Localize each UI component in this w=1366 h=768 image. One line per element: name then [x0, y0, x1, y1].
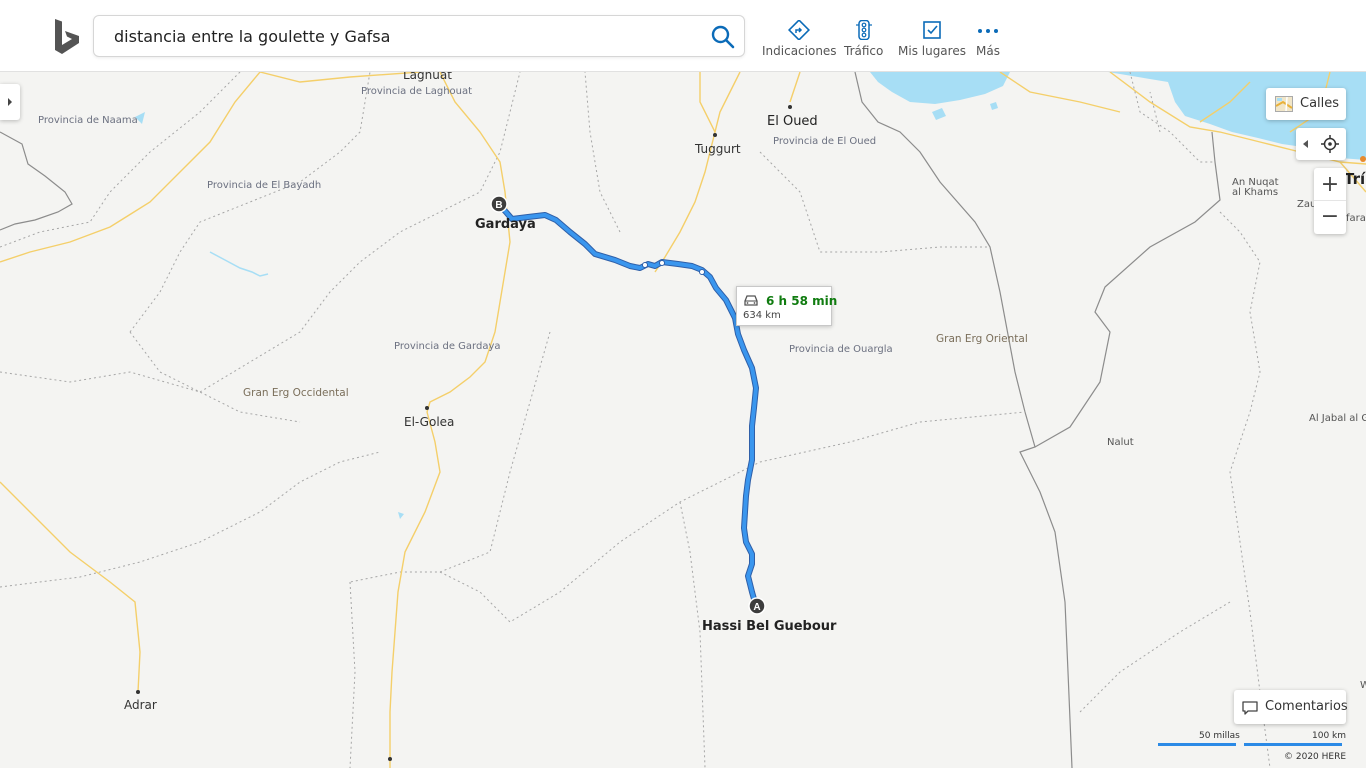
region-label: Provincia de Gardaya	[394, 341, 501, 352]
route-time: 6 h 58 min	[766, 294, 838, 308]
marker-end[interactable]: B	[490, 195, 508, 213]
my-places-icon	[923, 21, 941, 39]
road-map-icon	[1275, 96, 1293, 112]
copyright-text: © 2020 HERE	[1284, 752, 1347, 762]
chevron-right-icon	[8, 98, 12, 106]
nav-traffic-label: Tráfico	[844, 44, 884, 58]
traffic-light-icon	[855, 20, 872, 40]
city-label: Al Jabal al G	[1309, 413, 1366, 424]
lake-water	[398, 512, 404, 519]
map-canvas[interactable]: B A Provincia de Naama Provincia de Lagh…	[0, 72, 1366, 768]
route-line[interactable]	[497, 202, 758, 608]
feedback-label: Comentarios	[1265, 699, 1348, 714]
chevron-left-icon[interactable]	[1298, 128, 1312, 160]
scale-km-bar	[1244, 743, 1342, 746]
lake-water	[932, 108, 946, 120]
scale-miles-bar	[1158, 743, 1236, 746]
more-icon	[977, 29, 998, 33]
region-label: Provincia de El Bayadh	[207, 180, 322, 191]
city-label: Adrar	[124, 698, 157, 712]
city-dot	[388, 757, 392, 761]
location-control[interactable]	[1296, 128, 1346, 160]
region-label: Provincia de Naama	[38, 115, 138, 126]
directions-icon	[788, 20, 811, 40]
route-waypoint	[642, 262, 648, 268]
city-dot	[136, 690, 140, 694]
city-label: W	[1360, 680, 1366, 691]
car-icon	[744, 295, 758, 306]
comment-icon	[1242, 701, 1258, 715]
city-label: El Oued	[767, 114, 818, 129]
feedback-button[interactable]: Comentarios	[1234, 690, 1348, 724]
sidebar-toggle-button[interactable]	[0, 84, 20, 120]
city-dot	[713, 133, 717, 137]
border-line	[0, 131, 73, 231]
nav-directions-label: Indicaciones	[762, 44, 837, 58]
map-base-layer: B A	[0, 72, 1366, 768]
city-label: al Khams	[1232, 187, 1279, 198]
search-icon[interactable]	[710, 24, 736, 50]
city-label: Nalut	[1107, 437, 1134, 448]
nav-traffic[interactable]: Tráfico	[844, 20, 883, 58]
salt-lake-water	[870, 72, 1010, 104]
zoom-control: + −	[1314, 168, 1346, 234]
region-label: Provincia de El Oued	[773, 136, 877, 147]
scale-km-label: 100 km	[1312, 731, 1347, 741]
map-style-button[interactable]: Calles	[1266, 88, 1346, 120]
route-waypoint	[659, 260, 665, 266]
locate-me-icon[interactable]	[1321, 135, 1339, 153]
nav-more[interactable]: Más	[976, 20, 1000, 58]
route-info-callout[interactable]: 6 h 58 min 634 km	[736, 286, 837, 326]
top-bar: distancia entre la goulette y Gafsa Indi…	[0, 0, 1366, 72]
border-tunisia-algeria	[854, 72, 1073, 768]
city-label: El-Golea	[404, 415, 455, 429]
city-label-gardaya: Gardaya	[475, 217, 536, 232]
city-label: fara	[1346, 213, 1366, 224]
nav-more-label: Más	[976, 44, 1000, 58]
city-label: Tríp	[1344, 170, 1366, 188]
desert-label: Gran Erg Oriental	[936, 333, 1028, 345]
map-style-label: Calles	[1300, 96, 1340, 111]
region-label: Provincia de Laghouat	[361, 86, 473, 97]
search-input[interactable]: distancia entre la goulette y Gafsa	[114, 27, 390, 46]
desert-label: Gran Erg Occidental	[243, 387, 349, 399]
zoom-out-button[interactable]: −	[1314, 201, 1346, 234]
route-waypoint	[699, 269, 705, 275]
scale-miles-label: 50 millas	[1199, 731, 1240, 741]
nav-directions[interactable]: Indicaciones	[762, 20, 837, 58]
route-distance: 634 km	[743, 310, 781, 321]
city-label-hassi: Hassi Bel Guebour	[702, 619, 837, 634]
marker-start[interactable]: A	[748, 597, 766, 615]
wadi-water	[209, 251, 269, 277]
marker-start-label: A	[753, 602, 760, 613]
nav-my-places[interactable]: Mis lugares	[898, 20, 966, 58]
region-label: Provincia de Ouargla	[789, 344, 893, 355]
search-box[interactable]: distancia entre la goulette y Gafsa	[93, 15, 745, 57]
marker-end-label: B	[495, 200, 502, 211]
nav-my-places-label: Mis lugares	[898, 44, 966, 58]
border-tunisia-libya	[1034, 131, 1221, 448]
city-dot	[1360, 156, 1366, 162]
lake-water	[990, 102, 998, 110]
city-dot	[788, 105, 792, 109]
zoom-in-button[interactable]: +	[1314, 168, 1346, 201]
city-label: Lagnuat	[403, 72, 452, 82]
city-dot	[425, 406, 429, 410]
bing-logo-icon[interactable]	[52, 18, 82, 56]
city-label: Tuggurt	[695, 142, 741, 156]
